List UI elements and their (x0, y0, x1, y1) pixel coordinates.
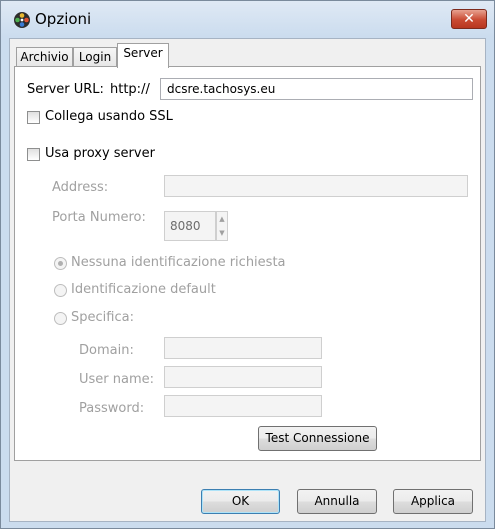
address-input[interactable] (164, 175, 468, 197)
proxy-checkbox[interactable] (27, 148, 40, 161)
server-url-label: Server URL: (27, 82, 104, 97)
address-label: Address: (52, 180, 109, 195)
password-label: Password: (79, 401, 145, 416)
radio-no-auth[interactable] (54, 257, 67, 270)
domain-input[interactable] (164, 337, 322, 359)
cancel-label: Annulla (314, 494, 360, 508)
tab-label: Server (123, 46, 163, 60)
window-title: Opzioni (35, 10, 92, 28)
ssl-checkbox[interactable] (27, 111, 40, 124)
tab-archivio[interactable]: Archivio (16, 47, 73, 67)
port-spinner[interactable]: ▲ ▼ (216, 211, 228, 241)
username-label: User name: (79, 372, 155, 387)
port-value: 8080 (170, 219, 201, 233)
server-url-prefix: http:// (110, 82, 150, 97)
apply-label: Applica (410, 494, 456, 508)
server-url-value: dcsre.tachosys.eu (167, 82, 276, 96)
close-button[interactable]: ✕ (451, 9, 487, 29)
dialog-body: Archivio Login Server Server URL: http:/… (9, 38, 486, 522)
radio-default-auth-label: Identificazione default (71, 282, 216, 297)
cancel-button[interactable]: Annulla (297, 489, 377, 514)
tab-label: Archivio (20, 50, 69, 64)
title-bar[interactable]: Opzioni ✕ (1, 1, 494, 37)
close-icon: ✕ (463, 11, 475, 27)
port-label: Porta Numero: (52, 210, 146, 225)
film-reel-icon (14, 12, 30, 28)
spin-down-icon[interactable]: ▼ (217, 226, 227, 240)
server-url-input[interactable]: dcsre.tachosys.eu (160, 78, 473, 100)
radio-default-auth[interactable] (54, 284, 67, 297)
test-connection-label: Test Connessione (265, 431, 370, 445)
proxy-label: Usa proxy server (45, 146, 155, 161)
ok-button[interactable]: OK (201, 489, 280, 514)
username-input[interactable] (164, 366, 322, 388)
apply-button[interactable]: Applica (393, 489, 473, 514)
radio-no-auth-label: Nessuna identificazione richiesta (71, 255, 286, 270)
radio-specify-auth[interactable] (54, 312, 67, 325)
password-input[interactable] (164, 395, 322, 417)
server-tab-panel: Server URL: http:// dcsre.tachosys.eu Co… (14, 66, 481, 461)
ssl-label: Collega usando SSL (45, 109, 173, 124)
port-input[interactable]: 8080 (164, 211, 216, 241)
tab-server[interactable]: Server (117, 43, 169, 68)
test-connection-button[interactable]: Test Connessione (258, 426, 377, 451)
tab-label: Login (78, 50, 112, 64)
options-dialog: Opzioni ✕ Archivio Login Server Server U… (0, 0, 495, 529)
ok-label: OK (231, 494, 250, 508)
tab-login[interactable]: Login (73, 47, 117, 67)
radio-specify-auth-label: Specifica: (71, 310, 134, 325)
domain-label: Domain: (79, 343, 134, 358)
spin-up-icon[interactable]: ▲ (217, 212, 227, 226)
